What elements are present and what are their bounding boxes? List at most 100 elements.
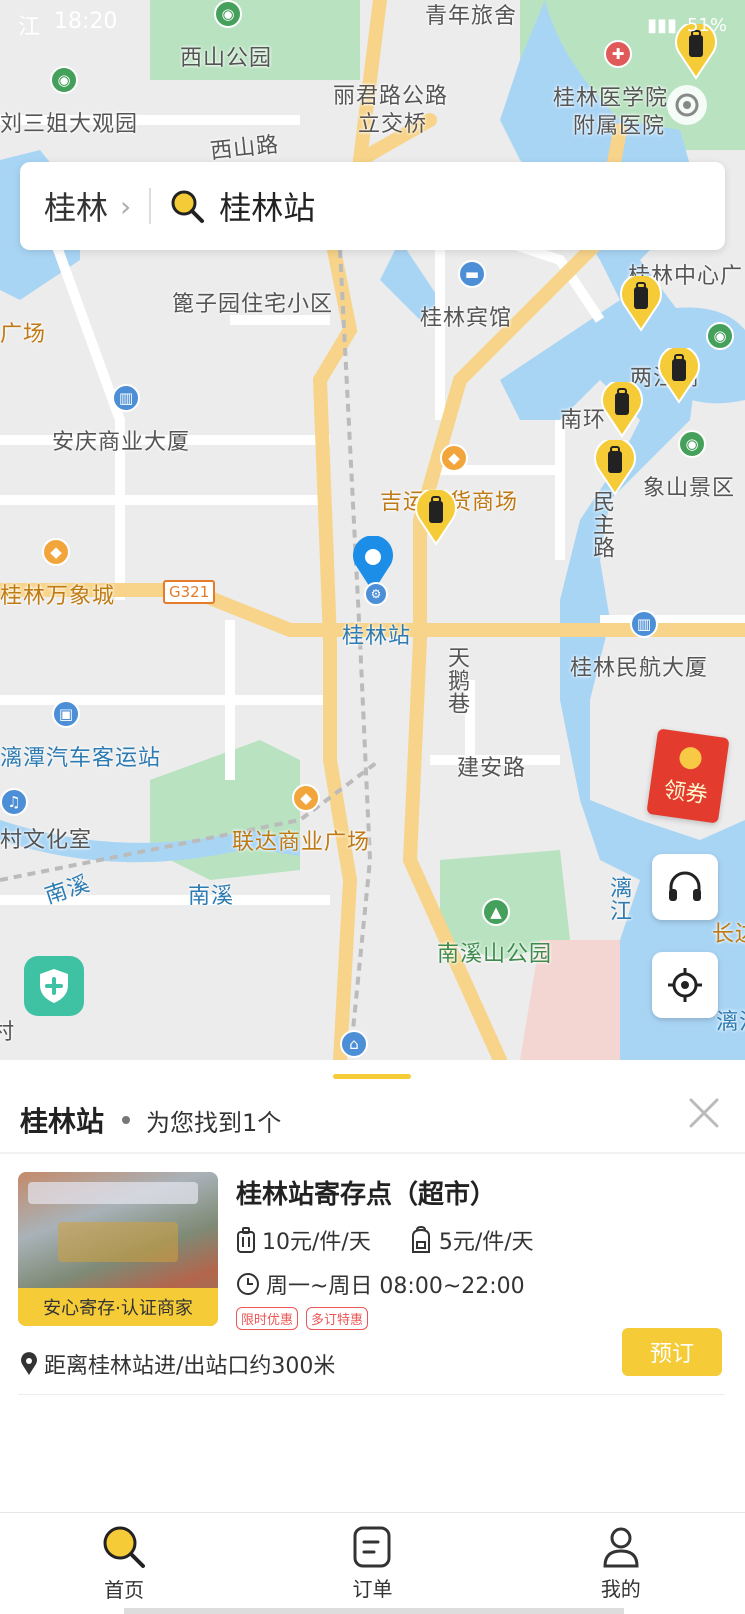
opening-hours: 周一~周日 08:00~22:00 — [236, 1268, 525, 1300]
order-icon — [353, 1526, 391, 1568]
search-divider — [149, 188, 152, 224]
sheet-handle[interactable] — [333, 1074, 411, 1079]
photo-blur — [58, 1222, 178, 1262]
tab-home[interactable]: 首页 — [0, 1513, 248, 1614]
mountain-poi-icon[interactable]: ▲ — [482, 898, 510, 926]
map-label: 桂林民航大厦 — [570, 656, 709, 681]
map-label: 安庆商业大厦 — [52, 430, 191, 455]
luggage-icon — [237, 1227, 255, 1253]
shopping-poi-icon[interactable]: ◆ — [292, 784, 320, 812]
map-label: 联达商业广场 — [232, 830, 371, 855]
map-label: 村 — [0, 1020, 16, 1045]
storage-marker-icon[interactable] — [593, 440, 637, 496]
park-poi-icon[interactable]: ◉ — [50, 66, 78, 94]
tab-orders[interactable]: 订单 — [248, 1513, 496, 1614]
separator-dot — [122, 1116, 131, 1124]
photo-blur — [28, 1182, 198, 1204]
map-label: 长边 — [712, 922, 745, 947]
promo-tag: 限时优惠 — [236, 1307, 299, 1330]
tab-profile[interactable]: 我的 — [497, 1513, 745, 1614]
map-label: 附属医院 — [573, 114, 666, 139]
map-label: 漓潭汽车客运站 — [0, 746, 162, 771]
map-label: 篦子园住宅小区 — [172, 292, 334, 317]
bus-station-poi-icon[interactable]: ▣ — [52, 700, 80, 728]
coupon-label: 领券 — [662, 777, 710, 809]
promo-tags: 限时优惠 多订特惠 — [236, 1307, 369, 1330]
music-poi-icon[interactable]: ♫ — [0, 788, 28, 816]
shield-plus-icon — [40, 969, 68, 1003]
promo-tag: 多订特惠 — [306, 1307, 369, 1330]
building-poi-icon[interactable]: ▥ — [112, 384, 140, 412]
coupon-seal-icon — [678, 745, 703, 771]
bottom-tab-bar: 首页 订单 我的 — [0, 1512, 745, 1614]
train-station-icon[interactable]: ⚙ — [364, 582, 388, 606]
search-bar[interactable]: 桂林 › 桂林站 — [20, 162, 725, 250]
storage-marker-icon[interactable] — [619, 276, 663, 332]
storage-marker-icon[interactable] — [414, 490, 458, 546]
storage-marker-icon[interactable] — [657, 348, 701, 404]
luggage-price-text: 10元/件/天 — [262, 1230, 371, 1255]
sheet-title: 桂林站 — [20, 1105, 105, 1138]
status-battery: 51% — [686, 14, 727, 36]
map-label: 南溪山公园 — [437, 942, 553, 967]
map-label: 刘三姐大观园 — [0, 112, 139, 137]
park-poi-icon[interactable]: ◉ — [706, 322, 734, 350]
customer-service-button[interactable] — [652, 854, 718, 920]
highway-shield: G321 — [163, 580, 216, 604]
distance-info: 距离桂林站进/出站口约300米 — [20, 1348, 335, 1380]
insurance-shield-button[interactable] — [24, 956, 84, 1016]
profile-icon — [603, 1527, 639, 1568]
map-label: 桂林宾馆 — [420, 306, 513, 331]
crosshair-icon — [668, 968, 702, 1002]
search-icon — [171, 190, 205, 223]
city-selector[interactable]: 桂林 — [44, 183, 108, 229]
shopping-poi-icon[interactable]: ◆ — [440, 444, 468, 472]
store-name[interactable]: 桂林站寄存点（超市） — [236, 1174, 496, 1211]
locate-button[interactable] — [652, 952, 718, 1018]
price-row: 10元/件/天 5元/件/天 — [236, 1224, 572, 1256]
result-count: 为您找到1个 — [146, 1108, 282, 1137]
storage-marker-icon[interactable] — [600, 382, 644, 438]
map-pin-icon — [21, 1352, 37, 1375]
building-poi-icon[interactable]: ▥ — [630, 610, 658, 638]
search-query[interactable]: 桂林站 — [219, 183, 315, 229]
close-icon[interactable] — [685, 1094, 723, 1132]
hotel-poi-icon[interactable]: ▬ — [458, 260, 486, 288]
headset-icon — [669, 871, 701, 901]
tab-label: 订单 — [352, 1577, 393, 1601]
coupon-button[interactable]: 领券 — [646, 728, 730, 824]
hours-text: 周一~周日 08:00~22:00 — [266, 1274, 525, 1299]
tab-label: 首页 — [104, 1578, 145, 1602]
chevron-right-icon: › — [120, 189, 132, 223]
map-label: 桂林万象城 — [0, 584, 116, 609]
shopping-poi-icon[interactable]: ◆ — [42, 538, 70, 566]
bag-price: 5元/件/天 — [409, 1224, 534, 1256]
home-poi-icon[interactable]: ⌂ — [340, 1030, 368, 1058]
store-photo[interactable]: 安心寄存·认证商家 — [18, 1172, 218, 1326]
clock-icon — [237, 1273, 259, 1295]
map-label: 象山景区 — [643, 476, 736, 501]
search-icon — [103, 1526, 146, 1568]
compass-icon[interactable] — [664, 82, 710, 128]
tab-label: 我的 — [600, 1577, 641, 1601]
status-carrier: 江 — [18, 15, 41, 40]
map-label: 漓江 — [606, 876, 631, 922]
divider — [0, 1152, 745, 1154]
park-poi-icon[interactable]: ◉ — [678, 430, 706, 458]
system-nav-hint — [124, 1608, 624, 1614]
sheet-header: 桂林站 为您找到1个 — [20, 1100, 281, 1140]
map-label: 桂林站 — [342, 624, 412, 649]
divider — [18, 1394, 725, 1395]
signal-icon: ▮▮▮ — [647, 14, 677, 36]
backpack-icon — [411, 1226, 430, 1253]
map-label: 天鹅巷 — [444, 646, 469, 715]
map-label: 南溪 — [188, 884, 235, 909]
book-button[interactable]: 预订 — [622, 1328, 722, 1376]
map-label: 漓江 — [716, 1010, 745, 1035]
map-label: 民主路 — [589, 490, 614, 559]
map-view[interactable]: 青年旅舍 西山公园 丽君路公路 立交桥 桂林医学院 附属医院 刘三姐大观园 西山… — [0, 0, 745, 1060]
map-label: 村文化室 — [0, 828, 93, 853]
certified-badge: 安心寄存·认证商家 — [18, 1288, 218, 1326]
map-label: 建安路 — [457, 756, 527, 781]
status-time: 18:20 — [54, 9, 118, 34]
